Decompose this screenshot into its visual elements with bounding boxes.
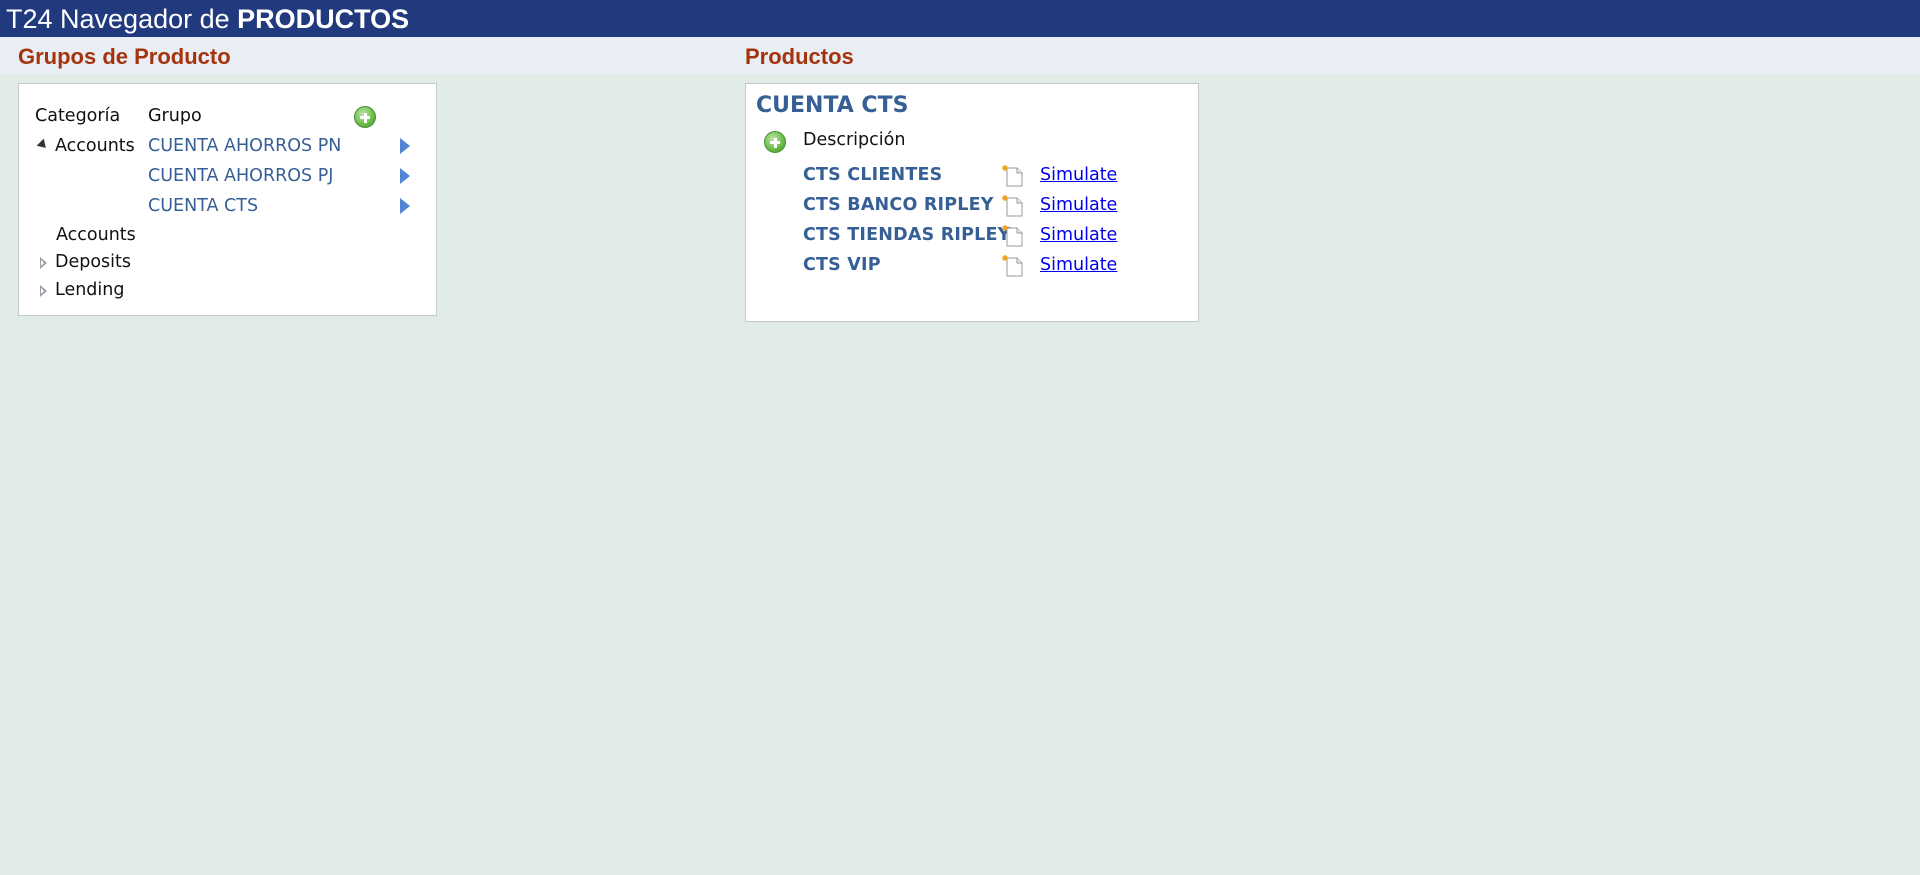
simulate-link[interactable]: Simulate [1040, 165, 1117, 185]
group-column-header: Grupo [148, 106, 202, 126]
new-document-icon[interactable] [1001, 254, 1025, 278]
expand-triangle-icon[interactable] [40, 257, 47, 269]
products-panel: CUENTA CTS Descripción CTS CLIENTES Simu… [745, 83, 1199, 322]
simulate-link[interactable]: Simulate [1040, 225, 1117, 245]
selected-group-title: CUENTA CTS [756, 93, 909, 118]
app-title-bar: T24 Navegador de PRODUCTOS [0, 0, 1920, 37]
category-deposits[interactable]: Deposits [55, 252, 131, 272]
category-sub-label: Accounts [56, 225, 136, 245]
expand-triangle-icon[interactable] [40, 285, 47, 297]
new-document-icon[interactable] [1001, 224, 1025, 248]
add-group-icon[interactable] [354, 106, 376, 128]
group-link-cuenta-ahorros-pn[interactable]: CUENTA AHORROS PN [148, 136, 341, 156]
group-link-cuenta-cts[interactable]: CUENTA CTS [148, 196, 258, 216]
product-name-cts-banco-ripley: CTS BANCO RIPLEY [803, 195, 994, 215]
product-name-cts-tiendas-ripley: CTS TIENDAS RIPLEY [803, 225, 1011, 245]
new-document-icon[interactable] [1001, 194, 1025, 218]
collapse-triangle-icon[interactable] [36, 138, 50, 152]
product-name-cts-vip: CTS VIP [803, 255, 881, 275]
product-name-cts-clientes: CTS CLIENTES [803, 165, 943, 185]
category-accounts[interactable]: Accounts [55, 136, 135, 156]
new-document-icon[interactable] [1001, 164, 1025, 188]
description-column-header: Descripción [803, 130, 906, 150]
groups-section-title: Grupos de Producto [18, 44, 231, 69]
open-group-arrow-icon[interactable] [400, 198, 410, 214]
simulate-link[interactable]: Simulate [1040, 195, 1117, 215]
simulate-link[interactable]: Simulate [1040, 255, 1117, 275]
category-lending[interactable]: Lending [55, 280, 124, 300]
section-header-strip [0, 37, 1920, 74]
app-title-strong: PRODUCTOS [237, 4, 410, 34]
app-title-prefix: T24 Navegador de [6, 4, 238, 34]
open-group-arrow-icon[interactable] [400, 138, 410, 154]
add-product-icon[interactable] [764, 131, 786, 153]
group-link-cuenta-ahorros-pj[interactable]: CUENTA AHORROS PJ [148, 166, 333, 186]
groups-panel: Categoría Grupo Accounts CUENTA AHORROS … [18, 83, 437, 316]
category-column-header: Categoría [35, 106, 121, 126]
open-group-arrow-icon[interactable] [400, 168, 410, 184]
products-section-title: Productos [745, 44, 854, 69]
